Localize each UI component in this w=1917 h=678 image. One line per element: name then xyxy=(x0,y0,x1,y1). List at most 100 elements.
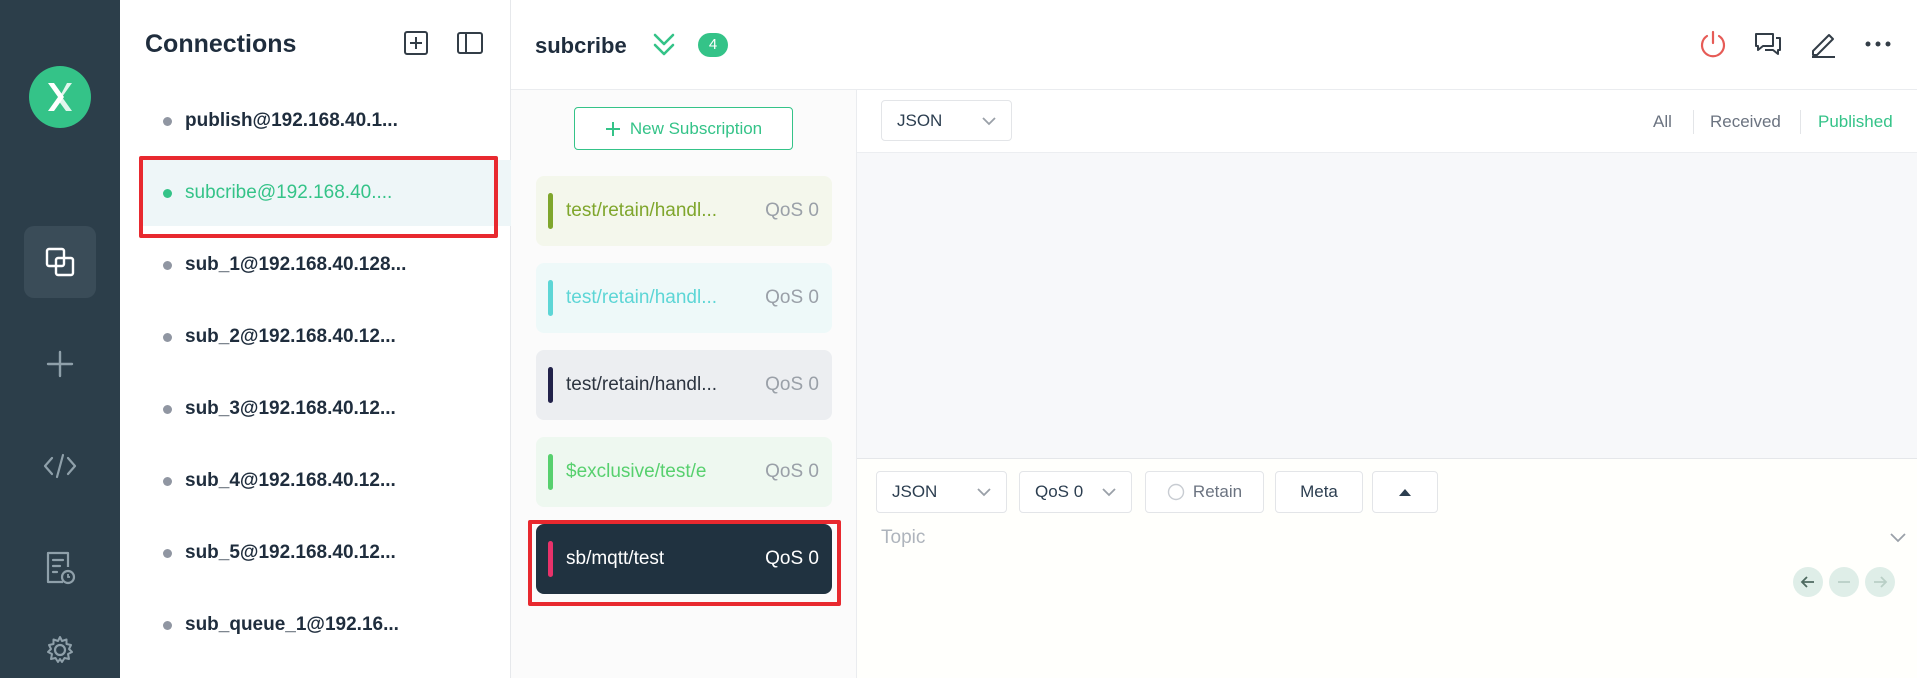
collapse-subscriptions-button[interactable] xyxy=(651,30,677,60)
subscription-item[interactable]: test/retain/handl... QoS 0 xyxy=(536,176,832,246)
status-dot xyxy=(163,332,172,342)
connection-name: subcribe@192.168.40.... xyxy=(185,182,393,203)
status-dot xyxy=(163,260,172,270)
pencil-icon xyxy=(1812,34,1835,58)
arrow-left-icon xyxy=(1800,576,1814,588)
add-connection-button[interactable] xyxy=(401,28,431,58)
subscription-qos: QoS 0 xyxy=(765,548,819,569)
next-payload-button[interactable] xyxy=(1865,567,1895,597)
publish-format-select[interactable]: JSON xyxy=(876,471,1007,513)
code-icon xyxy=(43,453,77,479)
publish-qos-value: QoS 0 xyxy=(1035,482,1084,501)
connection-item[interactable]: sub_queue_1@192.16... xyxy=(140,592,511,658)
connections-panel: Connections publish@192.168.40.1... subc… xyxy=(120,0,511,678)
subscription-color-bar xyxy=(548,454,553,490)
connection-title: subcribe xyxy=(535,33,627,58)
topic-input[interactable]: Topic xyxy=(881,527,925,549)
previous-payload-button[interactable] xyxy=(1793,567,1823,597)
chat-mode-button[interactable] xyxy=(1751,27,1785,61)
subscription-topic: test/retain/handl... xyxy=(566,200,718,221)
connection-name: sub_3@192.168.40.12... xyxy=(185,398,396,419)
filter-divider xyxy=(1693,110,1694,134)
double-chevron-down-icon xyxy=(653,33,675,56)
retain-label: Retain xyxy=(1192,482,1243,501)
subscription-qos: QoS 0 xyxy=(765,374,819,395)
subscription-item[interactable]: test/retain/handl... QoS 0 xyxy=(536,350,832,420)
new-subscription-button[interactable]: New Subscription xyxy=(574,107,793,150)
chevron-down-icon xyxy=(982,116,996,125)
subscription-topic: test/retain/handl... xyxy=(566,374,718,395)
message-format-value: JSON xyxy=(897,110,943,130)
new-connection-nav-button[interactable] xyxy=(24,328,96,400)
connections-header: Connections xyxy=(120,0,511,88)
add-square-icon xyxy=(404,31,428,55)
status-dot xyxy=(163,476,172,486)
power-icon xyxy=(1700,30,1726,58)
connection-name: sub_1@192.168.40.128... xyxy=(185,254,407,275)
edit-connection-button[interactable] xyxy=(1806,27,1840,61)
meta-label: Meta xyxy=(1300,482,1338,501)
script-nav-button[interactable] xyxy=(24,430,96,502)
subscription-topic: sb/mqtt/test xyxy=(566,548,665,569)
connection-item[interactable]: sub_2@192.168.40.12... xyxy=(140,304,511,370)
sidebar-toggle-icon xyxy=(457,32,483,54)
new-subscription-label: New Subscription xyxy=(629,118,763,138)
connection-name: sub_5@192.168.40.12... xyxy=(185,542,396,563)
status-dot xyxy=(163,116,172,126)
status-dot xyxy=(163,548,172,558)
subscription-qos: QoS 0 xyxy=(765,287,819,308)
status-dot xyxy=(163,188,172,198)
toggle-sidebar-button[interactable] xyxy=(455,28,485,58)
connection-item[interactable]: sub_5@192.168.40.12... xyxy=(140,520,511,586)
caret-up-icon xyxy=(1399,489,1411,496)
connection-name: sub_4@192.168.40.12... xyxy=(185,470,396,491)
connection-name: publish@192.168.40.1... xyxy=(185,110,398,131)
more-icon xyxy=(1865,41,1891,47)
arrow-right-icon xyxy=(1874,576,1888,588)
expand-publish-button[interactable] xyxy=(1372,471,1438,513)
chevron-down-icon[interactable] xyxy=(1889,531,1907,543)
disconnect-button[interactable] xyxy=(1696,27,1730,61)
subscription-item-selected[interactable]: sb/mqtt/test QoS 0 xyxy=(536,524,832,594)
message-toolbar: JSON All Received Published xyxy=(857,90,1917,153)
subscriptions-panel: New Subscription test/retain/handl... Qo… xyxy=(511,90,857,678)
subscription-item[interactable]: $exclusive/test/e QoS 0 xyxy=(536,437,832,507)
log-nav-button[interactable] xyxy=(24,532,96,604)
connections-nav-button[interactable] xyxy=(24,226,96,298)
nav-rail xyxy=(0,0,120,678)
retain-toggle[interactable]: Retain xyxy=(1145,471,1264,513)
connection-topbar: subcribe 4 xyxy=(511,0,1917,90)
status-dot xyxy=(163,620,172,630)
connection-item[interactable]: sub_4@192.168.40.12... xyxy=(140,448,511,514)
chevron-down-icon xyxy=(1102,488,1116,497)
subscription-qos: QoS 0 xyxy=(765,200,819,221)
filter-published[interactable]: Published xyxy=(1818,112,1893,132)
publish-qos-select[interactable]: QoS 0 xyxy=(1019,471,1132,513)
subscription-color-bar xyxy=(548,280,553,316)
clear-payload-button[interactable] xyxy=(1829,567,1859,597)
radio-icon xyxy=(1167,483,1185,501)
filter-all[interactable]: All xyxy=(1653,112,1672,132)
settings-nav-button[interactable] xyxy=(24,614,96,678)
subscription-color-bar xyxy=(548,541,553,577)
app-logo xyxy=(29,66,91,128)
connection-item[interactable]: sub_1@192.168.40.128... xyxy=(140,232,511,298)
subscription-topic: test/retain/handl... xyxy=(566,287,718,308)
mqttx-logo-icon xyxy=(48,83,72,111)
connection-item[interactable]: publish@192.168.40.1... xyxy=(140,88,511,154)
filter-received[interactable]: Received xyxy=(1710,112,1781,132)
chevron-down-icon xyxy=(977,488,991,497)
subscription-qos: QoS 0 xyxy=(765,461,819,482)
more-options-button[interactable] xyxy=(1861,27,1895,61)
message-list xyxy=(857,153,1917,458)
connection-name: sub_queue_1@192.16... xyxy=(185,614,399,635)
subscription-item[interactable]: test/retain/handl... QoS 0 xyxy=(536,263,832,333)
connections-icon xyxy=(45,247,75,277)
connection-item[interactable]: sub_3@192.168.40.12... xyxy=(140,376,511,442)
publish-panel: JSON QoS 0 Retain Meta Topic xyxy=(857,458,1917,678)
connection-item-active[interactable]: subcribe@192.168.40.... xyxy=(140,160,511,226)
plus-icon xyxy=(46,350,74,378)
meta-button[interactable]: Meta xyxy=(1275,471,1363,513)
message-format-select[interactable]: JSON xyxy=(881,100,1012,141)
subscription-topic: $exclusive/test/e xyxy=(566,461,707,482)
